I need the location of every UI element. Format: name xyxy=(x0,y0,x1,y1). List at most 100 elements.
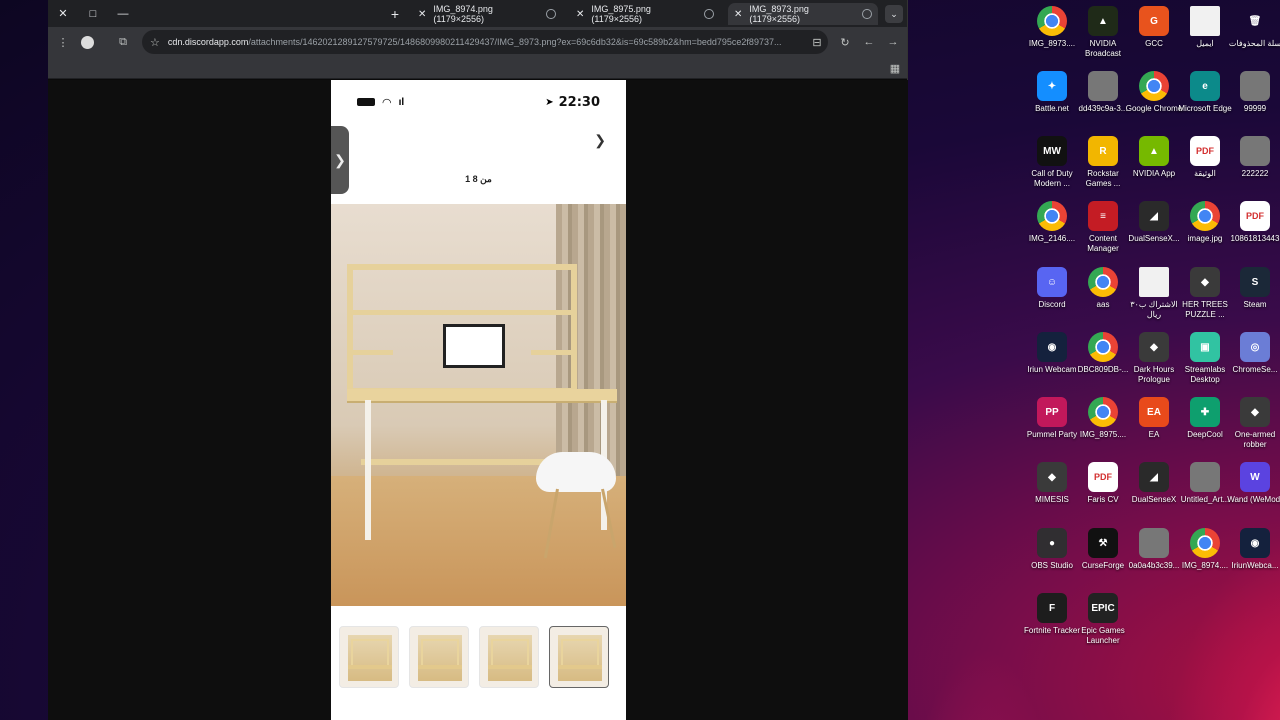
desktop-icon[interactable]: DBC809DB-... xyxy=(1077,332,1129,375)
desktop-icon[interactable]: IMG_8973.... xyxy=(1026,6,1078,49)
desktop-icon[interactable]: 🗑 سلة المحذوفات xyxy=(1229,6,1280,49)
image-file-icon xyxy=(1190,462,1220,492)
forward-arrow-icon[interactable]: → xyxy=(884,33,902,51)
desktop-icon[interactable]: aas xyxy=(1077,267,1129,310)
desktop-icon[interactable]: ◆ MIMESIS xyxy=(1026,462,1078,505)
reload-icon[interactable]: ↻ xyxy=(836,33,854,51)
apps-grid-icon[interactable]: ▦ xyxy=(886,59,904,77)
desktop-icon[interactable]: ▲ NVIDIA Broadcast xyxy=(1077,6,1129,59)
thumbnail[interactable] xyxy=(479,626,539,688)
desktop-icon[interactable]: image.jpg xyxy=(1179,201,1231,244)
desktop-icon[interactable]: 222222 xyxy=(1229,136,1280,179)
battlenet-icon: ✦ xyxy=(1037,71,1067,101)
chair xyxy=(536,452,616,492)
desktop-icon[interactable]: ◆ HER TREES PUZZLE ... xyxy=(1179,267,1231,320)
back-arrow-icon[interactable]: ← xyxy=(860,33,878,51)
phone-screenshot: ◠ ıl ➤ 22:30 ❯ ❯ 1 من 8 xyxy=(331,80,626,720)
desktop-icon[interactable]: 99999 xyxy=(1229,71,1280,114)
desktop-icon[interactable]: PDF 10861813443 xyxy=(1229,201,1280,244)
close-window-icon[interactable]: ✕ xyxy=(48,0,78,27)
desktop-icon[interactable]: e Microsoft Edge xyxy=(1178,71,1232,114)
desktop-icon[interactable]: PDF الوثيقة xyxy=(1179,136,1231,179)
tab-title: IMG_8975.png (1179×2556) xyxy=(591,4,651,24)
profile-avatar[interactable] xyxy=(78,33,96,51)
desktop-icon[interactable]: ● OBS Studio xyxy=(1026,528,1078,571)
tab-img-8974[interactable]: ✕ IMG_8974.png (1179×2556) xyxy=(412,3,562,25)
monitor xyxy=(443,324,505,368)
tab-img-8973[interactable]: ✕ IMG_8973.png (1179×2556) xyxy=(728,3,878,25)
desktop-icon[interactable]: ☺ Discord xyxy=(1026,267,1078,310)
chrome-setup-icon: ◎ xyxy=(1240,332,1270,362)
desktop-icon[interactable]: 0a0a4b3c39... xyxy=(1128,528,1180,571)
product-image[interactable] xyxy=(331,204,626,606)
new-tab-icon[interactable]: + xyxy=(386,5,404,23)
chrome-file-icon xyxy=(1037,6,1067,36)
desktop-icon[interactable]: الاشتراك ب٣٠ ريال xyxy=(1128,267,1180,320)
desktop-icon[interactable]: F Fortnite Tracker xyxy=(1024,593,1080,636)
desktop-icon[interactable]: S Steam xyxy=(1229,267,1280,310)
site-settings-icon[interactable]: ⊟ xyxy=(808,33,826,51)
desktop-icon[interactable]: ◉ IriunWebca... xyxy=(1229,528,1280,571)
desktop-icon[interactable]: ◎ ChromeSe... xyxy=(1229,332,1280,375)
desktop-icon[interactable]: ◆ Dark Hours Prologue xyxy=(1128,332,1180,385)
chrome-file-icon xyxy=(1190,201,1220,231)
bookmark-star-icon[interactable]: ☆ xyxy=(150,36,160,49)
desktop-icon[interactable]: ايميل xyxy=(1179,6,1231,49)
desktop-icon[interactable]: ✚ DeepCool xyxy=(1179,397,1231,440)
minimize-window-icon[interactable]: — xyxy=(108,0,138,27)
desktop-icon-label: IriunWebca... xyxy=(1231,561,1279,570)
toolbar: ⋮ ⧉ ☆ cdn.discordapp.com/attachments/146… xyxy=(48,27,907,57)
desktop-icon[interactable]: EPIC Epic Games Launcher xyxy=(1077,593,1129,646)
desktop-icon[interactable]: ⚒ CurseForge xyxy=(1077,528,1129,571)
desktop-icon[interactable]: G GCC xyxy=(1128,6,1180,49)
tab-close-icon[interactable]: ✕ xyxy=(734,9,742,20)
bookmarks-bar: ▦ xyxy=(48,57,907,79)
desktop-icon[interactable]: R Rockstar Games ... xyxy=(1077,136,1129,189)
next-arrow-icon[interactable]: ❯ xyxy=(594,132,606,149)
tab-close-icon[interactable]: ✕ xyxy=(418,9,426,20)
desktop-icon[interactable]: ▲ NVIDIA App xyxy=(1128,136,1180,179)
desktop-icon[interactable]: ◆ One-armed robber xyxy=(1229,397,1280,450)
desktop-icon[interactable]: Google Chrome xyxy=(1126,71,1182,114)
extensions-icon[interactable]: ⧉ xyxy=(114,33,132,51)
game-icon: ◆ xyxy=(1037,462,1067,492)
desktop-icon-label: GCC xyxy=(1145,39,1163,48)
tab-search-icon[interactable]: ⌄ xyxy=(885,5,903,23)
tab-close-icon[interactable]: ✕ xyxy=(576,9,584,20)
desktop-icon-label: IMG_2146.... xyxy=(1028,234,1076,243)
desktop-icon[interactable]: ✦ Battle.net xyxy=(1026,71,1078,114)
desktop-icon-label: Battle.net xyxy=(1035,104,1069,113)
desktop-icon[interactable]: IMG_2146.... xyxy=(1026,201,1078,244)
epic-games-icon: EPIC xyxy=(1088,593,1118,623)
desktop-icon-label: Content Manager xyxy=(1087,234,1119,253)
thumbnail-selected[interactable] xyxy=(549,626,609,688)
desktop-icon-label: DualSenseX xyxy=(1131,495,1177,504)
maximize-window-icon[interactable]: □ xyxy=(78,0,108,27)
desktop-icon[interactable]: ◉ Iriun Webcam xyxy=(1026,332,1078,375)
desk-surface xyxy=(347,389,617,401)
steam-icon: S xyxy=(1240,267,1270,297)
desktop-icon[interactable]: ▣ Streamlabs Desktop xyxy=(1179,332,1231,385)
desktop-icon[interactable]: IMG_8975.... xyxy=(1077,397,1129,440)
chrome-file-icon xyxy=(1088,397,1118,427)
menu-kebab-icon[interactable]: ⋮ xyxy=(54,33,72,51)
address-bar[interactable]: ☆ cdn.discordapp.com/attachments/1462021… xyxy=(142,30,828,54)
tab-img-8975[interactable]: ✕ IMG_8975.png (1179×2556) xyxy=(570,3,720,25)
url-text[interactable]: cdn.discordapp.com/attachments/146202128… xyxy=(168,37,782,47)
desktop-icon[interactable]: PDF Faris CV xyxy=(1077,462,1129,505)
desktop-icon[interactable]: W Wand (WeMod) xyxy=(1227,462,1280,505)
desktop-icon[interactable]: EA EA xyxy=(1128,397,1180,440)
dualsensex-icon: ◢ xyxy=(1139,201,1169,231)
desktop-icon[interactable]: ◢ DualSenseX... xyxy=(1128,201,1180,244)
desktop-icon[interactable]: IMG_8974.... xyxy=(1179,528,1231,571)
desktop-icon[interactable]: ◢ DualSenseX xyxy=(1128,462,1180,505)
desktop-icon[interactable]: ≡ Content Manager xyxy=(1077,201,1129,254)
desktop-icon[interactable]: PP Pummel Party xyxy=(1026,397,1078,440)
thumbnail[interactable] xyxy=(339,626,399,688)
thumbnail[interactable] xyxy=(409,626,469,688)
desktop-icon[interactable]: dd439c9a-3... xyxy=(1077,71,1129,114)
desktop-icon-label: aas xyxy=(1096,300,1110,309)
desktop-icon[interactable]: Untitled_Art... xyxy=(1179,462,1231,505)
iriun-icon: ◉ xyxy=(1240,528,1270,558)
desktop-icon[interactable]: MW Call of Duty Modern ... xyxy=(1026,136,1078,189)
